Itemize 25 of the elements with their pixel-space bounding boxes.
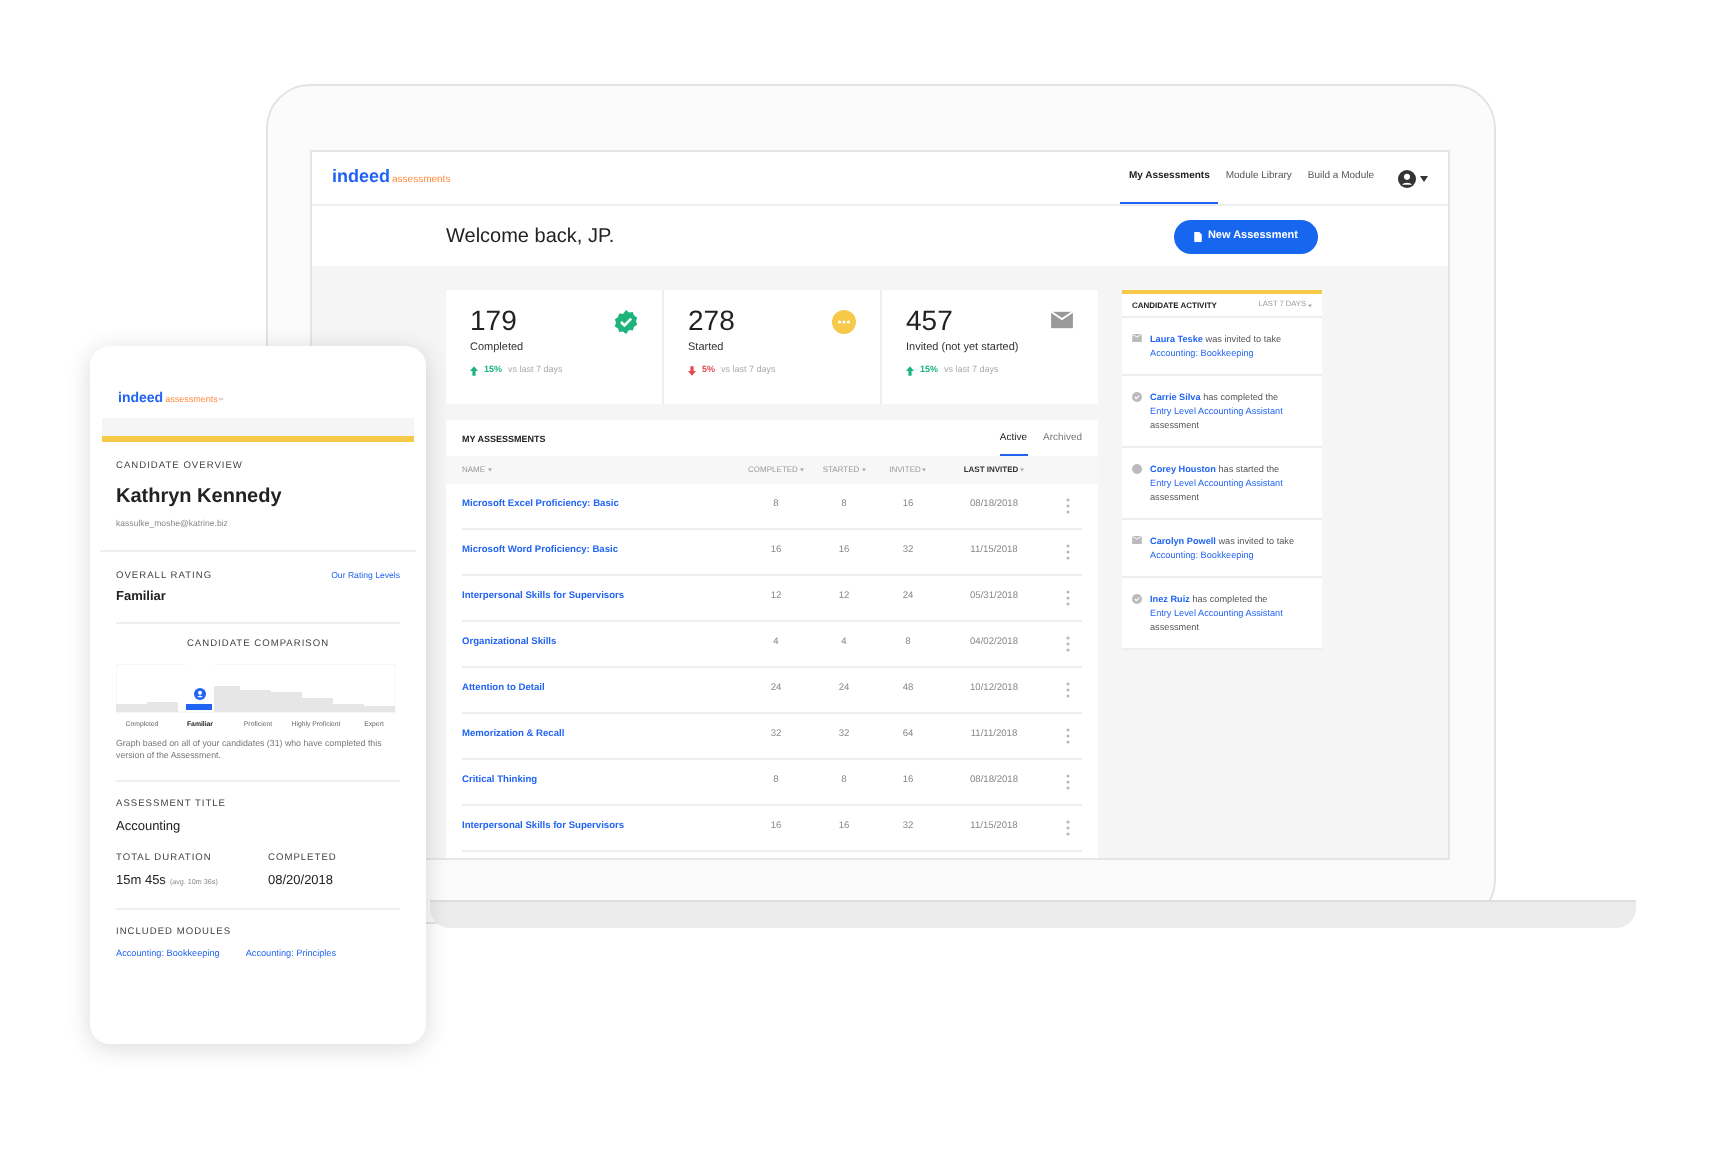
document-icon <box>1193 231 1202 241</box>
check-circle-icon <box>1132 392 1142 402</box>
sort-caret-icon <box>861 468 866 472</box>
envelope-icon <box>1132 536 1142 544</box>
dots-badge-icon <box>832 310 856 334</box>
sort-caret-icon <box>1020 468 1025 472</box>
sort-caret-icon <box>799 468 804 472</box>
sort-caret-icon <box>922 468 927 472</box>
check-badge-icon <box>614 310 638 334</box>
stat-value: 278 <box>688 306 735 334</box>
envelope-icon <box>1050 310 1074 330</box>
candidate-name: Kathryn Kennedy <box>116 484 284 513</box>
stat-value: 179 <box>470 306 517 334</box>
stat-value: 457 <box>906 306 953 334</box>
caret-icon <box>1308 303 1312 307</box>
envelope-icon <box>1132 334 1142 342</box>
logo-wordmark: indeed <box>332 164 391 191</box>
circle-icon <box>1132 464 1142 474</box>
sort-caret-icon <box>487 468 492 472</box>
welcome-heading: Welcome back, JP. <box>446 223 615 251</box>
caret-icon <box>1420 175 1428 181</box>
user-icon <box>193 687 205 700</box>
check-circle-icon <box>1132 594 1142 604</box>
account-menu[interactable] <box>1398 169 1428 187</box>
user-icon <box>1398 169 1416 187</box>
